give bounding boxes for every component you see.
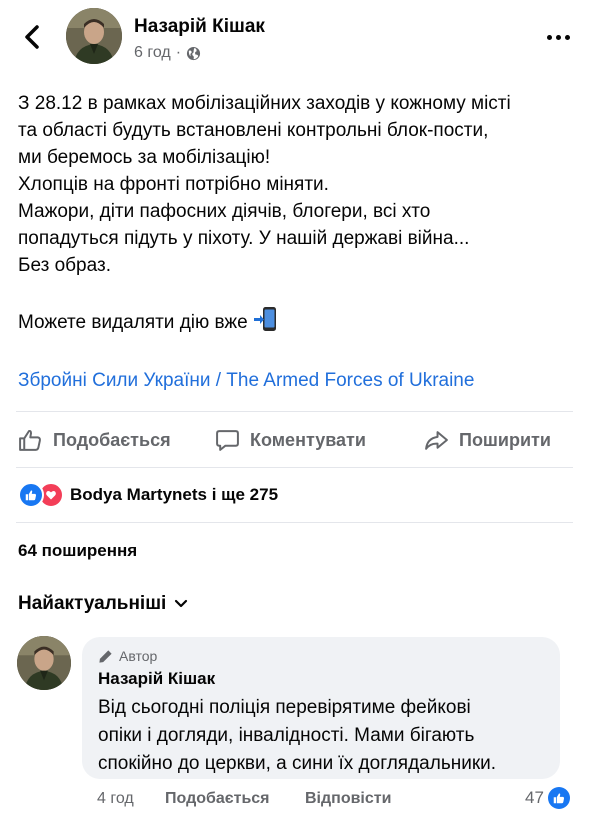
more-icon-dot bbox=[546, 34, 552, 40]
comment-icon bbox=[216, 429, 239, 451]
page-link[interactable]: Збройні Сили України / The Armed Forces … bbox=[18, 370, 474, 392]
reactions-text[interactable]: Bodya Martynets і ще 275 bbox=[70, 485, 278, 505]
mobile-phone-arrow-icon bbox=[253, 307, 276, 331]
divider bbox=[16, 522, 573, 523]
comment-button[interactable]: Коментувати bbox=[215, 422, 366, 458]
post-last-line: Можете видаляти дію вже bbox=[18, 306, 583, 336]
comment-label: Коментувати bbox=[250, 429, 366, 450]
author-badge-label: Автор bbox=[119, 648, 158, 664]
post-meta: 6 год · bbox=[134, 44, 201, 62]
comment-like-button[interactable]: Подобається bbox=[165, 790, 270, 808]
back-button[interactable] bbox=[14, 20, 50, 54]
commenter-avatar[interactable] bbox=[17, 636, 71, 690]
avatar-photo bbox=[17, 636, 71, 690]
author-avatar[interactable] bbox=[66, 8, 122, 64]
comment-author-name[interactable]: Назарій Кішак bbox=[98, 669, 215, 689]
post-line: Хлопців на фронті потрібно міняти. bbox=[18, 174, 329, 195]
post-line: Без образ. bbox=[18, 255, 111, 276]
comment-line: Від сьогодні поліція перевірятиме фейков… bbox=[98, 697, 471, 718]
like-reaction-icon bbox=[18, 482, 44, 508]
post-line: ми беремось за мобілізацію! bbox=[18, 147, 271, 168]
shares-count[interactable]: 64 поширення bbox=[18, 541, 137, 561]
meta-separator: · bbox=[175, 44, 182, 61]
back-arrow-icon bbox=[25, 25, 39, 49]
more-options-button[interactable] bbox=[538, 20, 578, 54]
post-line: попадуться підуть у піхоту. У нашій держ… bbox=[18, 228, 470, 249]
avatar-photo bbox=[66, 8, 122, 64]
post-line: З 28.12 в рамках мобілізаційних заходів … bbox=[18, 93, 511, 114]
share-icon bbox=[425, 430, 448, 450]
comment-line: спокійно до церкви, а сини їх доглядальн… bbox=[98, 753, 497, 774]
like-button[interactable]: Подобається bbox=[18, 422, 171, 458]
more-icon-dot bbox=[564, 34, 570, 40]
post-line: Мажори, діти пафосних діячів, блогери, в… bbox=[18, 201, 431, 222]
comment-line: опіки і догляди, інвалідності. Мами біга… bbox=[98, 725, 475, 746]
thumbs-up-icon bbox=[19, 429, 41, 451]
comment-reply-button[interactable]: Відповісти bbox=[305, 790, 391, 808]
divider bbox=[16, 467, 573, 468]
pencil-icon bbox=[99, 649, 112, 663]
share-button[interactable]: Поширити bbox=[424, 422, 551, 458]
post-author-name[interactable]: Назарій Кішак bbox=[134, 16, 265, 38]
comment-time[interactable]: 4 год bbox=[97, 790, 134, 808]
like-label: Подобається bbox=[53, 429, 171, 450]
comment-reaction-count: 47 bbox=[525, 788, 544, 807]
share-label: Поширити bbox=[459, 429, 551, 450]
like-reaction-icon bbox=[547, 787, 570, 809]
post-text: З 28.12 в рамках мобілізаційних заходів … bbox=[18, 90, 583, 336]
sort-label: Найактуальніші bbox=[18, 593, 167, 614]
divider bbox=[16, 411, 573, 412]
reactions-summary[interactable]: Bodya Martynets і ще 275 bbox=[18, 482, 278, 508]
globe-icon bbox=[186, 46, 201, 60]
chevron-down-icon bbox=[175, 599, 188, 608]
more-icon-dot bbox=[555, 34, 561, 40]
author-badge: Автор bbox=[98, 648, 157, 664]
comment-text: Від сьогодні поліція перевірятиме фейков… bbox=[98, 694, 553, 778]
comment-reactions[interactable]: 47 bbox=[525, 787, 570, 809]
post-last-line-text: Можете видаляти дію вже bbox=[18, 312, 248, 333]
post-line: та області будуть встановлені контрольні… bbox=[18, 120, 489, 141]
comment-sort-dropdown[interactable]: Найактуальніші bbox=[18, 593, 188, 615]
post-time[interactable]: 6 год bbox=[134, 44, 171, 62]
